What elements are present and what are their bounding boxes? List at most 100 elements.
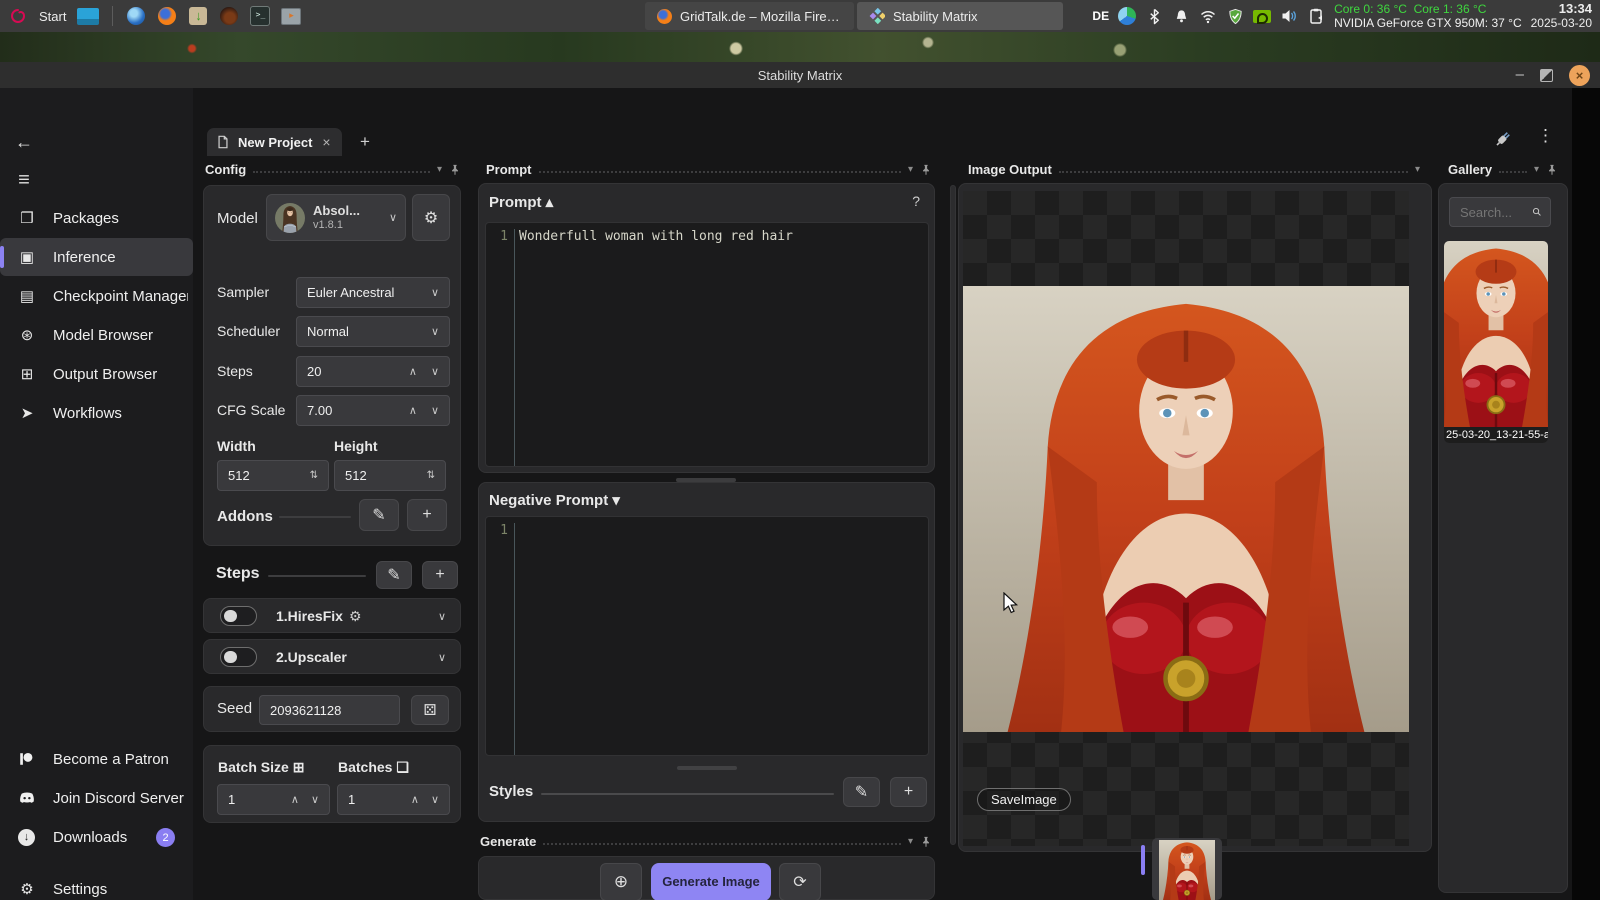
addons-add-button[interactable]: + bbox=[407, 499, 447, 531]
start-button[interactable]: Start bbox=[39, 9, 66, 24]
seed-input[interactable]: 2093621128 bbox=[259, 695, 400, 725]
steps-stepper[interactable]: 20 ∧ ∨ bbox=[296, 356, 450, 387]
security-shield-icon[interactable] bbox=[1226, 7, 1244, 25]
sidebar-item-downloads[interactable]: ↓ Downloads 2 bbox=[0, 818, 193, 856]
clipboard-manager-icon[interactable] bbox=[1307, 7, 1325, 25]
gallery-thumbnail[interactable]: 25-03-20_13-21-55-a bbox=[1444, 241, 1548, 443]
chevron-down-icon[interactable]: ∨ bbox=[438, 610, 446, 623]
terminal-launcher-icon[interactable]: >_ bbox=[250, 6, 270, 26]
chevron-up-icon[interactable]: ∧ bbox=[411, 793, 419, 806]
sidebar-item-checkpoint-manager[interactable]: ▤ Checkpoint Manager bbox=[0, 277, 193, 315]
styles-edit-button[interactable]: ✎ bbox=[843, 777, 880, 807]
sampler-select[interactable]: Euler Ancestral ∨ bbox=[296, 277, 450, 308]
gimp-launcher-icon[interactable] bbox=[219, 6, 239, 26]
display-settings-icon[interactable]: ▸ bbox=[281, 6, 301, 26]
desktop-pager-icon[interactable] bbox=[77, 8, 99, 25]
sidebar-item-workflows[interactable]: ➤ Workflows bbox=[0, 394, 193, 432]
styles-add-button[interactable]: + bbox=[890, 777, 927, 807]
prompt-panel-header[interactable]: Prompt ▾ bbox=[486, 162, 932, 177]
help-icon[interactable]: ? bbox=[912, 193, 920, 209]
tab-new-project[interactable]: New Project × bbox=[207, 128, 342, 156]
positive-prompt-editor[interactable]: 1 Wonderfull woman with long red hair bbox=[485, 222, 929, 467]
collapse-caret-icon[interactable]: ▾ bbox=[908, 836, 913, 847]
firefox-launcher-icon[interactable] bbox=[157, 6, 177, 26]
gallery-search-box[interactable] bbox=[1449, 197, 1551, 227]
hiresfix-module-card[interactable]: 1.HiresFix ⚙ ∨ bbox=[203, 598, 461, 633]
new-tab-button[interactable]: + bbox=[360, 132, 370, 152]
wifi-icon[interactable] bbox=[1199, 7, 1217, 25]
scheduler-select[interactable]: Normal ∨ bbox=[296, 316, 450, 347]
pin-icon[interactable] bbox=[920, 164, 932, 176]
sidebar-item-inference[interactable]: ▣ Inference bbox=[0, 238, 193, 276]
positive-prompt-label[interactable]: Prompt ▴ bbox=[489, 193, 553, 211]
task-firefox[interactable]: GridTalk.de – Mozilla Fire… bbox=[645, 2, 854, 30]
upscaler-toggle[interactable] bbox=[220, 647, 257, 667]
thunderbird-launcher-icon[interactable] bbox=[126, 6, 146, 26]
collapse-caret-icon[interactable]: ▾ bbox=[908, 164, 913, 175]
batch-size-stepper[interactable]: 1 ∧ ∨ bbox=[217, 784, 330, 815]
pin-icon[interactable] bbox=[1546, 164, 1558, 176]
maximize-button[interactable] bbox=[1540, 69, 1553, 82]
keyboard-layout-indicator[interactable]: DE bbox=[1092, 9, 1109, 23]
hiresfix-toggle[interactable] bbox=[220, 606, 257, 626]
generate-panel-header[interactable]: Generate ▾ bbox=[480, 834, 932, 849]
pin-icon[interactable] bbox=[920, 836, 932, 848]
sidebar-item-become-a-patron[interactable]: Become a Patron bbox=[0, 740, 193, 778]
collapse-caret-icon[interactable]: ▾ bbox=[1415, 164, 1420, 175]
panel-splitter[interactable] bbox=[950, 185, 956, 845]
negative-prompt-editor[interactable]: 1 bbox=[485, 516, 929, 756]
steps-add-button[interactable]: + bbox=[422, 561, 458, 589]
collapse-caret-icon[interactable]: ▾ bbox=[1534, 164, 1539, 175]
generate-image-button[interactable]: Generate Image bbox=[651, 863, 771, 900]
gear-icon[interactable]: ⚙ bbox=[349, 608, 362, 625]
back-button[interactable]: ← bbox=[10, 128, 38, 156]
batches-stepper[interactable]: 1 ∧ ∨ bbox=[337, 784, 450, 815]
kebab-menu-icon[interactable]: ⋮ bbox=[1537, 126, 1554, 146]
add-to-queue-button[interactable]: ⊕ bbox=[600, 863, 642, 900]
model-select[interactable]: Absol... v1.8.1 ∨ bbox=[266, 194, 406, 241]
clock[interactable]: 13:34 2025-03-20 bbox=[1531, 2, 1596, 30]
hamburger-menu-icon[interactable]: ≡ bbox=[10, 166, 38, 194]
chevron-up-icon[interactable]: ∧ bbox=[291, 793, 299, 806]
volume-icon[interactable] bbox=[1280, 7, 1298, 25]
chevron-up-icon[interactable]: ∧ bbox=[409, 365, 417, 378]
sidebar-item-model-browser[interactable]: ⊛ Model Browser bbox=[0, 316, 193, 354]
window-titlebar[interactable]: Stability Matrix bbox=[0, 62, 1600, 88]
negative-prompt-label[interactable]: Negative Prompt ▾ bbox=[489, 491, 620, 509]
chevron-down-icon[interactable]: ∨ bbox=[431, 365, 439, 378]
search-input[interactable] bbox=[1458, 204, 1532, 221]
image-output-header[interactable]: Image Output ▾ bbox=[968, 162, 1420, 177]
cfg-scale-stepper[interactable]: 7.00 ∧ ∨ bbox=[296, 395, 450, 426]
task-stability-matrix[interactable]: Stability Matrix bbox=[857, 2, 1063, 30]
pin-icon[interactable] bbox=[449, 164, 461, 176]
bluetooth-icon[interactable] bbox=[1145, 7, 1163, 25]
width-input[interactable]: 512 ⇅ bbox=[217, 460, 329, 491]
save-image-node-badge[interactable]: SaveImage bbox=[977, 788, 1071, 811]
upscaler-module-card[interactable]: 2.Upscaler ∨ bbox=[203, 639, 461, 674]
splitter-handle[interactable] bbox=[677, 766, 737, 770]
chevron-down-icon[interactable]: ∨ bbox=[438, 651, 446, 664]
model-settings-button[interactable]: ⚙ bbox=[412, 194, 450, 241]
regenerate-button[interactable]: ⟳ bbox=[779, 863, 821, 900]
collapse-caret-icon[interactable]: ▾ bbox=[437, 164, 442, 175]
randomize-seed-button[interactable]: ⚄ bbox=[411, 695, 449, 725]
chevron-down-icon[interactable]: ∨ bbox=[431, 404, 439, 417]
debian-logo-icon[interactable] bbox=[8, 6, 28, 26]
connect-plug-icon[interactable] bbox=[1492, 128, 1514, 150]
chevron-up-icon[interactable]: ∧ bbox=[409, 404, 417, 417]
nvidia-settings-icon[interactable] bbox=[1253, 7, 1271, 25]
sidebar-item-packages[interactable]: ❒ Packages bbox=[0, 199, 193, 237]
output-carousel-thumbnail[interactable] bbox=[1152, 838, 1222, 900]
package-installer-icon[interactable]: ↓ bbox=[188, 6, 208, 26]
sidebar-item-settings[interactable]: ⚙ Settings bbox=[0, 870, 193, 900]
sidebar-item-output-browser[interactable]: ⊞ Output Browser bbox=[0, 355, 193, 393]
notifications-bell-icon[interactable] bbox=[1172, 7, 1190, 25]
chevron-down-icon[interactable]: ∨ bbox=[311, 793, 319, 806]
chevron-down-icon[interactable]: ∨ bbox=[431, 793, 439, 806]
generated-image[interactable] bbox=[963, 286, 1409, 732]
minimize-button[interactable]: – bbox=[1516, 70, 1524, 80]
height-input[interactable]: 512 ⇅ bbox=[334, 460, 446, 491]
network-manager-icon[interactable] bbox=[1118, 7, 1136, 25]
config-panel-header[interactable]: Config ▾ bbox=[205, 162, 461, 177]
gallery-header[interactable]: Gallery ▾ bbox=[1448, 162, 1558, 177]
